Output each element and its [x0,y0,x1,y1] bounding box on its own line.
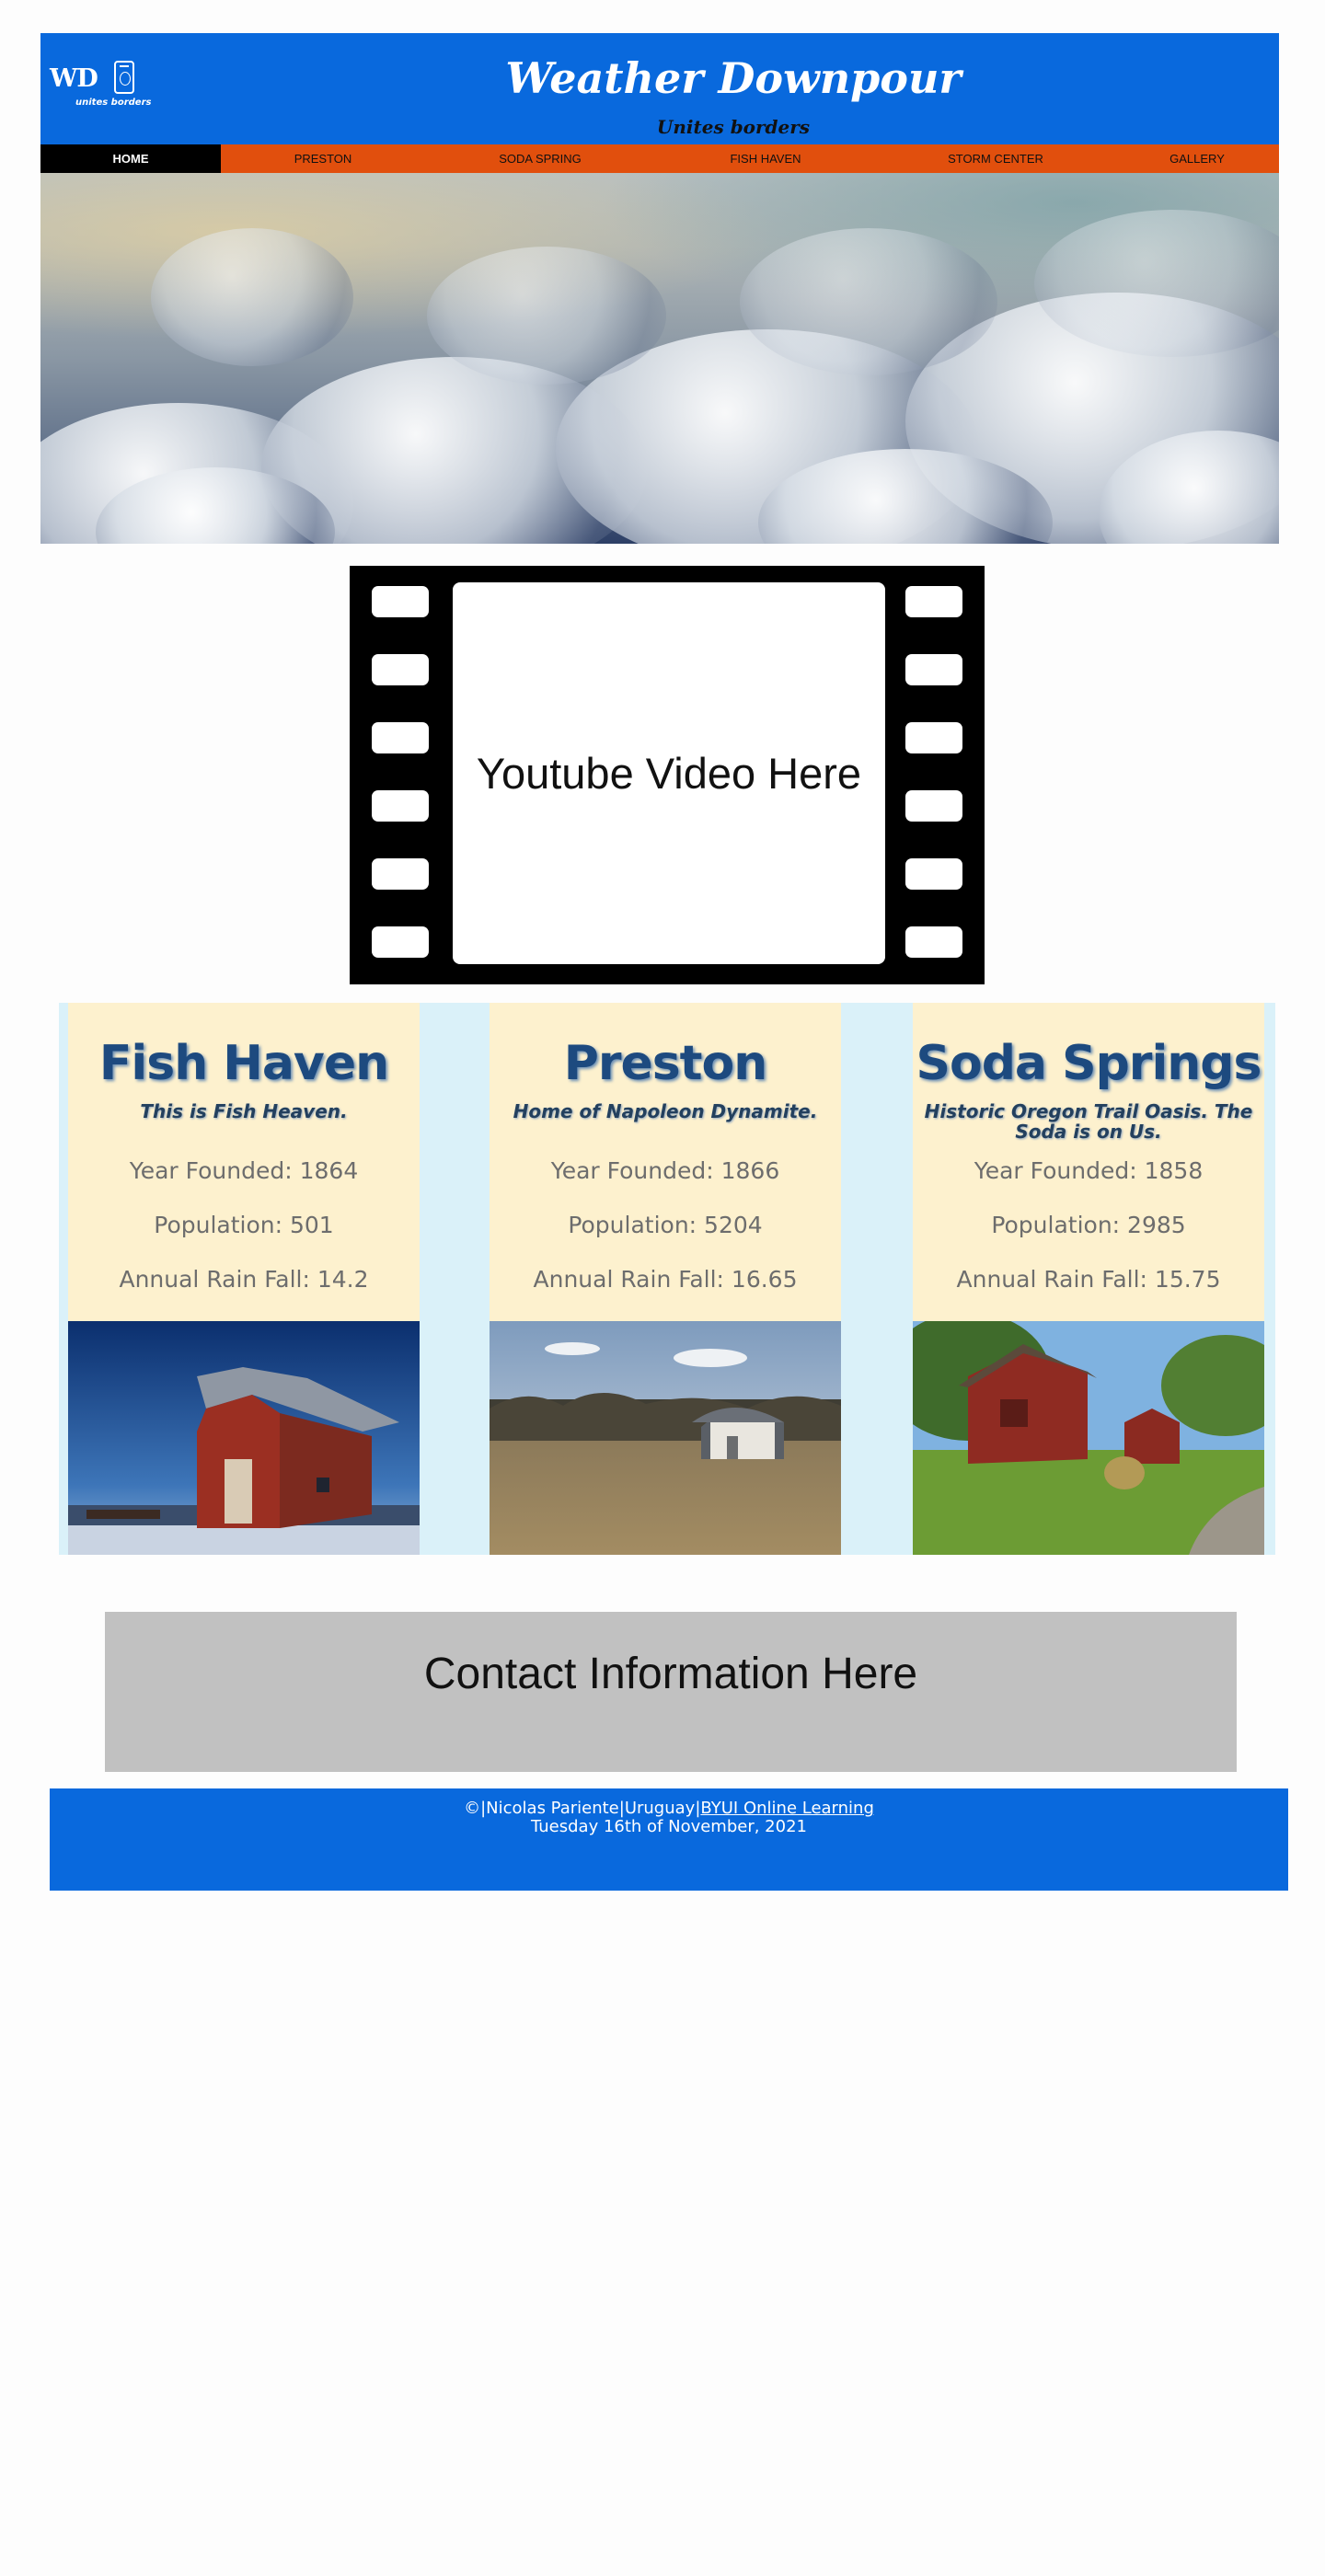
town-rainfall: Annual Rain Fall: 14.2 [119,1266,369,1293]
town-motto: This is Fish Heaven. [140,1100,348,1122]
video-placeholder[interactable]: Youtube Video Here [453,582,885,964]
town-year-founded: Year Founded: 1858 [974,1157,1204,1184]
site-footer: ©|Nicolas Pariente|Uruguay|BYUI Online L… [50,1788,1288,1891]
footer-byui-link[interactable]: BYUI Online Learning [700,1799,874,1818]
site-header: WD unites borders Weather Downpour Unite… [40,33,1279,144]
town-motto: Home of Napoleon Dynamite. [513,1100,818,1122]
town-name: Fish Haven [98,1036,389,1091]
town-population: Population: 5204 [568,1212,763,1238]
nav-item-storm-center[interactable]: STORM CENTER [876,144,1115,173]
towns-section: Fish Haven This is Fish Heaven. Year Fou… [59,1003,1275,1555]
nav-item-home[interactable]: HOME [40,144,221,173]
town-photo-barn [68,1321,420,1555]
town-year-founded: Year Founded: 1864 [129,1157,359,1184]
town-card-fish-haven: Fish Haven This is Fish Heaven. Year Fou… [68,1003,420,1555]
footer-date: Tuesday 16th of November, 2021 [530,1817,807,1836]
site-title: Weather Downpour [505,53,962,103]
town-card-preston: Preston Home of Napoleon Dynamite. Year … [490,1003,841,1555]
nav-item-soda-spring[interactable]: SODA SPRING [425,144,655,173]
video-film-frame: Youtube Video Here [350,566,985,984]
town-photo-barn [490,1321,841,1555]
main-nav: HOME PRESTON SODA SPRING FISH HAVEN STOR… [40,144,1279,173]
hero-clouds-image [40,173,1279,544]
town-photo-barn [913,1321,1264,1555]
contact-section: Contact Information Here [105,1612,1237,1772]
footer-credits-line: ©|Nicolas Pariente|Uruguay|BYUI Online L… [50,1800,1288,1818]
town-name: Soda Springs [916,1036,1262,1091]
site-tagline: Unites borders [656,116,811,138]
town-rainfall: Annual Rain Fall: 15.75 [956,1266,1221,1293]
town-rainfall: Annual Rain Fall: 16.65 [533,1266,798,1293]
town-population: Population: 2985 [991,1212,1186,1238]
nav-item-fish-haven[interactable]: FISH HAVEN [655,144,876,173]
town-population: Population: 501 [154,1212,334,1238]
town-motto: Historic Oregon Trail Oasis. The Soda is… [924,1100,1253,1143]
town-year-founded: Year Founded: 1866 [550,1157,780,1184]
nav-item-gallery[interactable]: GALLERY [1115,144,1279,173]
nav-item-preston[interactable]: PRESTON [221,144,425,173]
footer-credits: ©|Nicolas Pariente|Uruguay| [464,1799,701,1818]
town-name: Preston [563,1036,768,1091]
town-card-soda-springs: Soda Springs Historic Oregon Trail Oasis… [913,1003,1264,1555]
